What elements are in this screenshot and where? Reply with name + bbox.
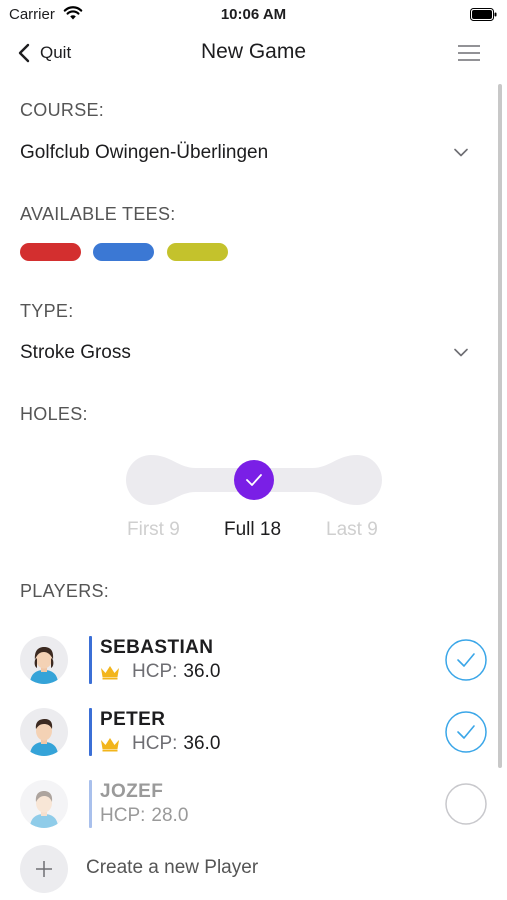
player-hcp: HCP: 28.0 bbox=[100, 805, 188, 827]
avatar-male-icon bbox=[30, 791, 58, 828]
avatar bbox=[20, 708, 68, 756]
holes-option-first-9[interactable]: First 9 bbox=[127, 519, 180, 541]
plus-icon bbox=[20, 845, 68, 893]
player-row-jozef[interactable]: JOZEF HCP: 28.0 bbox=[0, 774, 507, 834]
player-selected-check-icon[interactable] bbox=[445, 711, 487, 753]
holes-option-last-9[interactable]: Last 9 bbox=[326, 519, 378, 541]
navigation-bar: Quit New Game bbox=[0, 30, 507, 76]
holes-label: HOLES: bbox=[20, 404, 88, 424]
crown-icon bbox=[101, 666, 119, 680]
tee-blue[interactable] bbox=[93, 243, 154, 261]
checkmark-icon bbox=[246, 474, 262, 486]
avatar bbox=[20, 636, 68, 684]
player-name: JOZEF bbox=[100, 781, 164, 802]
hcp-value: 36.0 bbox=[183, 661, 221, 682]
player-name: SEBASTIAN bbox=[100, 637, 214, 658]
player-color-bar bbox=[89, 780, 92, 828]
player-unselected-circle-icon[interactable] bbox=[445, 783, 487, 825]
holes-option-full-18[interactable]: Full 18 bbox=[224, 519, 281, 541]
available-tees-label: AVAILABLE TEES: bbox=[20, 204, 176, 224]
course-label: COURSE: bbox=[20, 100, 105, 120]
hcp-label: HCP: bbox=[132, 661, 178, 682]
player-name: PETER bbox=[100, 709, 166, 730]
type-select[interactable]: Stroke Gross bbox=[0, 332, 490, 372]
player-selected-check-icon[interactable] bbox=[445, 639, 487, 681]
create-player-label: Create a new Player bbox=[86, 857, 259, 878]
type-value: Stroke Gross bbox=[20, 342, 131, 363]
type-label: TYPE: bbox=[20, 301, 74, 321]
player-color-bar bbox=[89, 708, 92, 756]
menu-icon[interactable] bbox=[458, 44, 480, 62]
crown-icon bbox=[101, 738, 119, 752]
avatar-male-icon bbox=[30, 719, 58, 756]
status-time: 10:06 AM bbox=[220, 6, 287, 23]
player-hcp: HCP: 36.0 bbox=[100, 661, 220, 683]
player-hcp: HCP: 36.0 bbox=[100, 733, 220, 755]
course-select[interactable]: Golfclub Owingen-Überlingen bbox=[0, 132, 490, 172]
avatar-female-icon bbox=[30, 647, 58, 684]
chevron-down-icon bbox=[454, 348, 468, 357]
hcp-label: HCP: bbox=[100, 805, 146, 826]
hcp-value: 36.0 bbox=[183, 733, 221, 754]
chevron-down-icon bbox=[454, 148, 468, 157]
avatar bbox=[20, 780, 68, 828]
hcp-value: 28.0 bbox=[151, 805, 189, 826]
tee-red[interactable] bbox=[20, 243, 81, 261]
course-value: Golfclub Owingen-Überlingen bbox=[20, 142, 269, 163]
holes-selected-knob[interactable] bbox=[234, 460, 274, 500]
player-row-peter[interactable]: PETER HCP: 36.0 bbox=[0, 702, 507, 762]
tee-yellow[interactable] bbox=[167, 243, 228, 261]
hcp-label: HCP: bbox=[132, 733, 178, 754]
player-row-sebastian[interactable]: SEBASTIAN HCP: 36.0 bbox=[0, 630, 507, 690]
players-label: PLAYERS: bbox=[20, 581, 110, 601]
status-bar: Carrier 10:06 AM bbox=[0, 0, 507, 30]
page-title: New Game bbox=[200, 40, 307, 63]
create-player-button[interactable]: Create a new Player bbox=[0, 845, 507, 895]
battery-icon bbox=[470, 8, 497, 21]
player-color-bar bbox=[89, 636, 92, 684]
